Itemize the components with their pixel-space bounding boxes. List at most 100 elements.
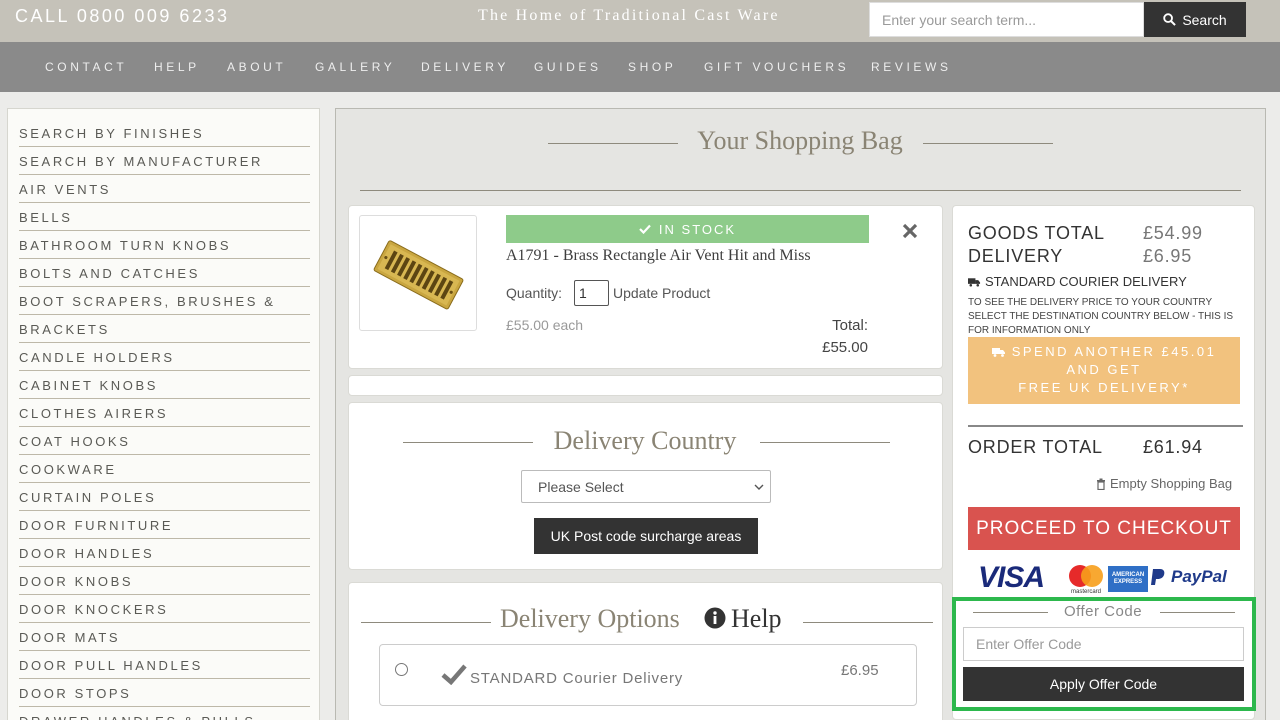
line-total: £55.00 (822, 339, 868, 356)
checkmark-icon (441, 664, 467, 685)
offer-code-title: Offer Code (1063, 603, 1143, 620)
sidebar-item[interactable]: SEARCH BY FINISHES (19, 119, 310, 147)
line-total-label: Total: (832, 317, 868, 334)
truck-icon (968, 277, 981, 287)
courier-label: STANDARD COURIER DELIVERY (985, 274, 1187, 289)
quantity-field[interactable] (574, 280, 609, 306)
payment-logos: VISA mastercard AMERICAN EXPRESS PayPal (978, 561, 1243, 595)
sidebar-item[interactable]: DOOR HANDLES (19, 539, 310, 567)
price-each: £55.00 each (506, 317, 584, 333)
trash-icon (1097, 478, 1105, 490)
nav-help[interactable]: HELP (154, 60, 200, 74)
product-name[interactable]: A1791 - Brass Rectangle Air Vent Hit and… (506, 247, 811, 265)
nav-contact[interactable]: CONTACT (45, 60, 127, 74)
close-icon[interactable] (901, 222, 919, 240)
delivery-country-title: Delivery Country (553, 426, 737, 455)
sidebar-item[interactable]: DOOR MATS (19, 623, 310, 651)
heading-rule-left (361, 622, 491, 623)
nav-reviews[interactable]: REVIEWS (871, 60, 952, 74)
stock-label: IN STOCK (658, 221, 737, 237)
delivery-country-select[interactable]: Please Select (521, 470, 771, 503)
paypal-logo: PayPal (1171, 567, 1227, 586)
sidebar-item[interactable]: DOOR KNOBS (19, 567, 310, 595)
sidebar-item[interactable]: SEARCH BY MANUFACTURER (19, 147, 310, 175)
page-title: Your Shopping Bag (697, 126, 903, 155)
product-image[interactable] (359, 215, 477, 331)
paypal-icon (1151, 569, 1165, 585)
delivery-option-price: £6.95 (841, 662, 879, 679)
sidebar-item[interactable]: CANDLE HOLDERS (19, 343, 310, 371)
promo-line-2: AND GET (1066, 362, 1142, 377)
heading-rule-right (923, 143, 1053, 144)
sidebar-item[interactable]: BOLTS AND CATCHES (19, 259, 310, 287)
search-icon (1163, 13, 1177, 26)
goods-total-value: £54.99 (1143, 223, 1203, 243)
search-button[interactable]: Search (1144, 2, 1246, 37)
offer-rule-right (1160, 612, 1235, 613)
truck-icon (991, 348, 1005, 357)
order-total-label: ORDER TOTAL (968, 437, 1103, 457)
help-link[interactable]: Help (731, 604, 801, 634)
promo-line-1: SPEND ANOTHER £45.01 (1011, 344, 1217, 359)
mastercard-text: mastercard (1071, 589, 1101, 594)
main-nav: CONTACT HELP ABOUT GALLERY DELIVERY GUID… (0, 42, 1280, 92)
sidebar-item[interactable]: BOOT SCRAPERS, BRUSHES & (19, 287, 310, 315)
sidebar-item[interactable]: CURTAIN POLES (19, 483, 310, 511)
sidebar-item[interactable]: AIR VENTS (19, 175, 310, 203)
phone-number[interactable]: CALL 0800 009 6233 (15, 6, 229, 27)
top-bar: CALL 0800 009 6233 The Home of Tradition… (0, 0, 1280, 42)
delivery-options-title: Delivery Options (500, 604, 680, 633)
nav-guides[interactable]: GUIDES (534, 60, 602, 74)
info-icon[interactable] (704, 607, 726, 629)
free-delivery-banner: SPEND ANOTHER £45.01 AND GET FREE UK DEL… (968, 337, 1240, 404)
surcharge-areas-button[interactable]: UK Post code surcharge areas (534, 518, 758, 554)
sidebar-item[interactable]: BATHROOM TURN KNOBS (19, 231, 310, 259)
empty-bag-label: Empty Shopping Bag (1110, 476, 1233, 491)
delivery-label: DELIVERY (968, 246, 1064, 266)
nav-gallery[interactable]: GALLERY (315, 60, 395, 74)
sidebar-item[interactable]: COOKWARE (19, 455, 310, 483)
nav-delivery[interactable]: DELIVERY (421, 60, 509, 74)
delivery-country-value: Please Select (538, 479, 624, 495)
chevron-down-icon (754, 484, 764, 490)
delivery-option-label: STANDARD Courier Delivery (470, 670, 684, 687)
nav-gift-vouchers[interactable]: GIFT VOUCHERS (704, 60, 849, 74)
empty-bag-link[interactable]: Empty Shopping Bag (1096, 476, 1232, 491)
sidebar-item[interactable]: DOOR PULL HANDLES (19, 651, 310, 679)
apply-offer-button[interactable]: Apply Offer Code (963, 667, 1244, 701)
sidebar-item[interactable]: DOOR KNOCKERS (19, 595, 310, 623)
promo-line-3: FREE UK DELIVERY* (1018, 380, 1190, 395)
mastercard-logo: mastercard (1069, 565, 1103, 594)
update-product-link[interactable]: Update Product (613, 285, 710, 301)
order-total-value: £61.94 (1143, 437, 1203, 457)
quantity-label: Quantity: (506, 285, 563, 301)
amex-logo: AMERICAN EXPRESS (1108, 566, 1148, 592)
offer-rule-left (973, 612, 1048, 613)
stock-badge: IN STOCK (506, 215, 869, 243)
visa-logo: VISA (978, 561, 1045, 594)
courier-line: STANDARD COURIER DELIVERY (968, 274, 1187, 289)
spacer-card (348, 375, 943, 396)
offer-code-input[interactable] (963, 627, 1244, 661)
delivery-info-note: TO SEE THE DELIVERY PRICE TO YOUR COUNTR… (968, 297, 1234, 336)
sidebar-item[interactable]: DOOR STOPS (19, 679, 310, 707)
checkout-button[interactable]: PROCEED TO CHECKOUT (968, 507, 1240, 550)
sidebar-item[interactable]: BRACKETS (19, 315, 310, 343)
sidebar-item[interactable]: BELLS (19, 203, 310, 231)
delivery-value: £6.95 (1143, 246, 1193, 266)
heading-rule-right (760, 442, 890, 443)
nav-shop[interactable]: SHOP (628, 60, 676, 74)
goods-total-label: GOODS TOTAL (968, 223, 1105, 243)
sidebar-item[interactable]: COAT HOOKS (19, 427, 310, 455)
heading-rule-right (803, 622, 933, 623)
sidebar-item[interactable]: CLOTHES AIRERS (19, 399, 310, 427)
delivery-option-radio[interactable] (395, 663, 408, 676)
nav-about[interactable]: ABOUT (227, 60, 286, 74)
sidebar-item[interactable]: DRAWER HANDLES & PULLS (19, 707, 310, 720)
sidebar-item[interactable]: DOOR FURNITURE (19, 511, 310, 539)
search-input[interactable] (869, 2, 1144, 37)
heading-rule-left (403, 442, 533, 443)
summary-divider (968, 425, 1243, 427)
category-sidebar: SEARCH BY FINISHES SEARCH BY MANUFACTURE… (7, 108, 320, 720)
sidebar-item[interactable]: CABINET KNOBS (19, 371, 310, 399)
